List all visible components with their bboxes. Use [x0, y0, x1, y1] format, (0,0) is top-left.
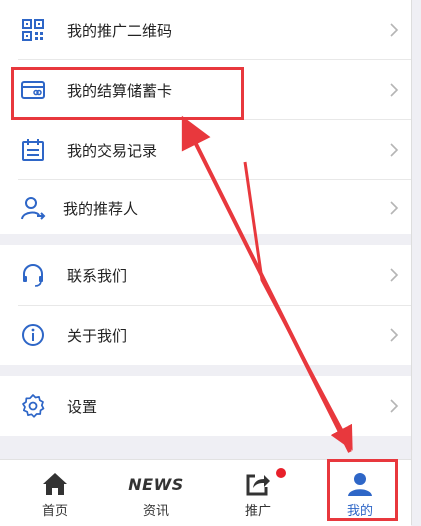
menu-item-label: 我的推广二维码 [67, 21, 173, 40]
tab-bar: 首页 NEWS 资讯 推广 我的 [0, 459, 411, 526]
tab-mine[interactable]: 我的 [319, 460, 401, 526]
calendar-icon [22, 139, 44, 161]
tab-label: 首页 [41, 504, 68, 519]
notification-badge [276, 468, 286, 478]
chevron-right-icon [390, 143, 399, 157]
menu-item-transactions[interactable]: 我的交易记录 [0, 120, 411, 180]
headset-icon [23, 264, 43, 287]
tab-label: 我的 [346, 504, 373, 519]
chevron-right-icon [390, 83, 399, 97]
chevron-right-icon [390, 328, 399, 342]
bank-card-icon [21, 81, 45, 99]
menu-item-qr-code[interactable]: 我的推广二维码 [0, 0, 411, 60]
menu-item-bank-card[interactable]: 我的结算储蓄卡 [0, 60, 411, 120]
menu-item-contact[interactable]: 联系我们 [0, 245, 411, 305]
chevron-right-icon [390, 399, 399, 413]
menu-item-label: 关于我们 [67, 326, 128, 345]
menu-group-3: 设置 [0, 376, 411, 436]
menu-item-label: 我的交易记录 [67, 141, 158, 160]
chevron-right-icon [390, 201, 399, 215]
screen: 我的推广二维码 我的结算储蓄卡 我的交易记录 我的推荐人 联系我们 关于我们 设… [0, 0, 412, 526]
menu-group-2: 联系我们 关于我们 [0, 245, 411, 365]
menu-item-settings[interactable]: 设置 [0, 376, 411, 436]
tab-news[interactable]: NEWS 资讯 [115, 460, 197, 526]
tab-label: 推广 [244, 504, 271, 519]
chevron-right-icon [390, 268, 399, 282]
tab-home[interactable]: 首页 [14, 460, 96, 526]
news-icon: NEWS [128, 474, 184, 494]
menu-item-label: 我的推荐人 [63, 199, 139, 218]
menu-item-label: 我的结算储蓄卡 [67, 81, 173, 100]
menu-group-1: 我的推广二维码 我的结算储蓄卡 我的交易记录 我的推荐人 [0, 0, 411, 234]
share-icon [246, 474, 270, 496]
gear-icon [22, 394, 45, 418]
qr-code-icon [22, 19, 44, 41]
person-icon [348, 473, 372, 496]
info-icon [22, 324, 44, 346]
menu-item-label: 联系我们 [67, 266, 128, 285]
menu-item-referrer[interactable]: 我的推荐人 [0, 178, 411, 238]
menu-item-about[interactable]: 关于我们 [0, 305, 411, 365]
tab-label: 资讯 [142, 504, 169, 519]
home-icon [43, 473, 67, 495]
person-arrow-icon [21, 197, 46, 220]
tab-promote[interactable]: 推广 [217, 460, 299, 526]
chevron-right-icon [390, 23, 399, 37]
menu-item-label: 设置 [67, 397, 98, 416]
